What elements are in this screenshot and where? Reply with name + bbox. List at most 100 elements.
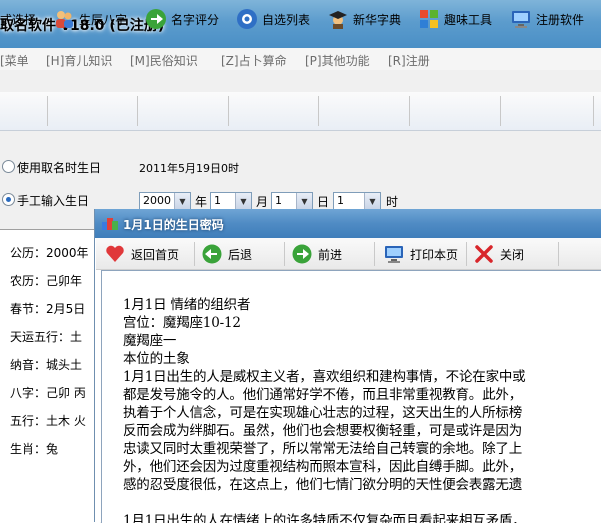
info-bazi: 八字：己卯 丙: [10, 386, 86, 400]
birthday-code-dialog: 1月1日的生日密码 返回首页 后退 前进 打印本页 关闭 1月1日 情绪的组织者…: [95, 209, 601, 523]
heart-icon: [106, 245, 124, 262]
menu-item-qita[interactable]: [P]其他功能: [305, 52, 370, 69]
bazi-info-panel: 公历：2000年 农历：己卯年 春节：2月5日 天运五行：土 纳音：城头土 八字…: [0, 229, 100, 523]
mode-select-label: 式选择: [0, 12, 37, 27]
content-line: 反而会成为绊脚石。虽然，他们也会想要权衡轻重，可是或许是因为: [123, 423, 522, 439]
forward-label: 前进: [318, 247, 343, 262]
home-button[interactable]: 返回首页: [105, 242, 179, 266]
naming-date-value: 2011年5月19日0时: [139, 162, 239, 175]
day-value: 1: [275, 194, 282, 207]
menu-item-caidan[interactable]: [菜单: [0, 52, 29, 69]
toolbar-divider: [194, 242, 195, 266]
birth-bazi-button[interactable]: 生辰八字: [53, 7, 127, 31]
close-icon: [475, 245, 493, 263]
toolbar-divider: [466, 242, 467, 266]
arrow-left-icon: [202, 244, 222, 264]
back-label: 后退: [228, 247, 253, 262]
content-line: 魔羯座一: [123, 333, 177, 349]
content-line: 执着于个人信念，可是在实现雄心壮志的过程，这天出生的人所标榜: [123, 405, 522, 421]
content-line: 忠读又同时太重视荣誉了，所以常常无法给自己转寰的余地。除了上: [123, 441, 522, 457]
close-label: 关闭: [500, 247, 525, 262]
info-tianyun: 天运五行：土: [10, 330, 83, 344]
manual-birth-label: 手工输入生日: [17, 194, 90, 208]
toolbar-divider: [284, 242, 285, 266]
register-button[interactable]: 注册软件: [510, 7, 584, 31]
info-nayin: 纳音：城头土: [10, 358, 83, 372]
menu-item-zhuce[interactable]: [R]注册: [388, 52, 430, 69]
toolbar-divider: [593, 96, 594, 126]
fun-tools-label: 趣味工具: [444, 12, 493, 27]
app-blocks-icon: [102, 218, 118, 230]
year-unit: 年: [195, 195, 208, 209]
chevron-down-icon: ▼: [296, 193, 312, 210]
dialog-title-bar[interactable]: 1月1日的生日密码: [95, 209, 601, 238]
home-label: 返回首页: [131, 247, 180, 262]
people-icon: [56, 11, 73, 28]
info-wuxing: 五行：土木 火: [10, 414, 86, 428]
self-list-label: 自选列表: [262, 12, 311, 27]
menu-bar: [菜单 [H]育儿知识 [M]民俗知识 [Z]占卜算命 [P]其他功能 [R]注…: [0, 48, 601, 71]
day-unit: 日: [317, 195, 330, 209]
self-list-button[interactable]: 自选列表: [236, 7, 310, 31]
use-naming-date-radio[interactable]: [2, 160, 15, 173]
content-line: 1月1日出生的人是威权主义者，喜欢组织和建构事情，不论在家中或: [123, 369, 526, 385]
year-value: 2000: [143, 194, 171, 207]
toolbar-divider: [374, 242, 375, 266]
print-label: 打印本页: [410, 247, 459, 262]
dialog-toolbar: 返回首页 后退 前进 打印本页 关闭: [96, 238, 601, 270]
chevron-down-icon: ▼: [364, 193, 380, 210]
arrow-right-icon: [146, 9, 166, 29]
dialog-title: 1月1日的生日密码: [123, 218, 224, 232]
toolbar-spacer: [0, 70, 601, 92]
toolbar-divider: [137, 96, 138, 126]
hour-unit: 时: [386, 195, 399, 209]
monitor-icon: [385, 246, 403, 263]
info-gongli: 公历：2000年: [10, 246, 89, 260]
toolbar-divider: [228, 96, 229, 126]
menu-item-yuer[interactable]: [H]育儿知识: [46, 52, 112, 69]
birthday-code-content: 1月1日 情绪的组织者 宫位：魔羯座10-12 魔羯座一 本位的土象 1月1日出…: [101, 270, 601, 523]
toolbar-divider: [318, 96, 319, 126]
info-nongli: 农历：己卯年: [10, 274, 83, 288]
print-button[interactable]: 打印本页: [384, 242, 458, 266]
main-toolbar: [0, 92, 601, 131]
month-unit: 月: [256, 195, 269, 209]
fun-tools-button[interactable]: 趣味工具: [418, 7, 492, 31]
forward-button[interactable]: 前进: [292, 242, 342, 266]
chevron-down-icon: ▼: [235, 193, 251, 210]
gear-globe-icon: [237, 9, 257, 29]
toolbar-divider: [409, 96, 410, 126]
name-score-button[interactable]: 名字评分: [145, 7, 219, 31]
toolbar-divider: [47, 96, 48, 126]
content-line: 宫位：魔羯座10-12: [123, 315, 241, 331]
menu-item-minsu[interactable]: [M]民俗知识: [130, 52, 198, 69]
close-button[interactable]: 关闭: [474, 242, 524, 266]
birth-bazi-label: 生辰八字: [79, 12, 128, 27]
content-line: 1月1日出生的人在情绪上的许多特质不仅复杂而且看起来相互矛盾，: [123, 513, 526, 523]
use-naming-date-label: 使用取名时生日: [17, 161, 102, 175]
manual-birth-radio[interactable]: [2, 193, 15, 206]
chevron-down-icon: ▼: [174, 193, 190, 210]
menu-item-zhanbu[interactable]: [Z]占卜算命: [221, 52, 287, 69]
arrow-right-icon: [292, 244, 312, 264]
info-shengxiao: 生肖：兔: [10, 442, 59, 456]
content-line: 1月1日 情绪的组织者: [123, 297, 251, 313]
name-score-label: 名字评分: [171, 12, 220, 27]
mode-select-button[interactable]: 式选择: [0, 7, 36, 31]
windows-logo-icon: [420, 10, 438, 28]
content-line: 感的忍受度很低，在这点上，他们七情门欲分明的天性便会表露无遗: [123, 477, 522, 493]
content-line: 外，他们还会因为过度重视结构而照本宣科，因此自缚手脚。此外，: [123, 459, 522, 475]
content-line: 本位的土象: [123, 351, 190, 367]
monitor-icon: [512, 11, 530, 28]
month-value: 1: [214, 194, 221, 207]
toolbar-divider: [500, 96, 501, 126]
content-line: 都是发号施令的人。他们通常好学不倦，而且非常重视教育。此外，: [123, 387, 522, 403]
xinhua-dict-button[interactable]: 新华字典: [327, 7, 401, 31]
register-label: 注册软件: [536, 12, 585, 27]
xinhua-dict-label: 新华字典: [353, 12, 402, 27]
scholar-icon: [329, 11, 347, 29]
hour-value: 1: [337, 194, 344, 207]
info-chunjie: 春节：2月5日: [10, 302, 86, 316]
back-button[interactable]: 后退: [202, 242, 252, 266]
toolbar-divider: [558, 242, 559, 266]
